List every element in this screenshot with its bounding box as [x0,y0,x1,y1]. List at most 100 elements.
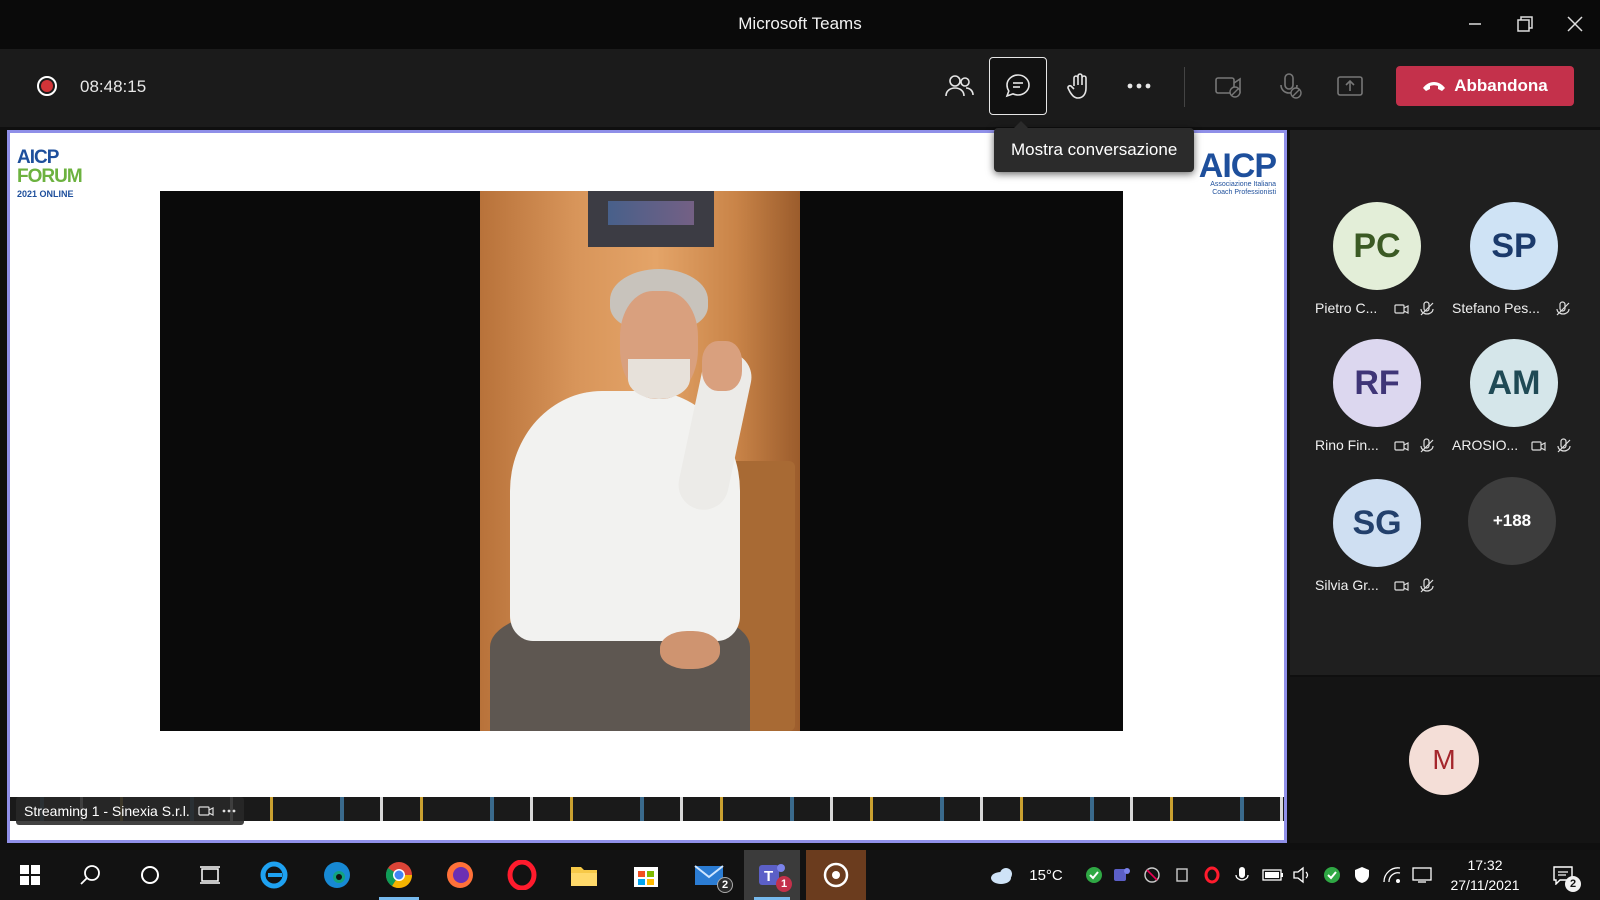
task-view-button[interactable] [180,850,240,900]
leave-button[interactable]: Abbandona [1396,66,1574,106]
participant-name: Silvia Gr... [1315,577,1379,593]
internet-explorer-taskbar[interactable] [244,850,304,900]
search-button[interactable] [60,850,120,900]
battery-tray[interactable] [1260,850,1286,900]
opera-tray[interactable] [1200,850,1224,900]
opera-icon [1204,866,1220,884]
logo-left-line3: 2021 ONLINE [17,189,74,199]
speaker-hand [702,341,742,391]
stream-name-label: Streaming 1 - Sinexia S.r.l. [16,797,244,825]
more-actions-button[interactable] [1110,57,1168,115]
close-button[interactable] [1558,10,1592,38]
store-taskbar[interactable] [616,850,676,900]
microphone-button[interactable] [1261,57,1319,115]
raise-hand-button[interactable] [1050,57,1108,115]
display-tray[interactable] [1410,850,1434,900]
security-tray[interactable] [1082,850,1106,900]
restore-icon [1517,16,1533,32]
window-title: Microsoft Teams [738,14,862,33]
device-tray[interactable] [1170,850,1194,900]
camera-off-icon [1215,77,1241,98]
firefox-icon [447,862,473,888]
mail-taskbar[interactable]: 2 [679,850,739,900]
show-conversation-button[interactable] [989,57,1047,115]
cortana-button[interactable] [120,850,180,900]
edge-taskbar[interactable] [307,850,367,900]
weather-tray[interactable] [988,850,1018,900]
defender-tray[interactable] [1350,850,1374,900]
firefox-taskbar[interactable] [430,850,490,900]
mic-off-icon [1420,301,1434,316]
windows-logo-icon [20,865,40,885]
chat-icon [1005,74,1030,98]
share-icon [1337,76,1363,96]
participant-avatar: SG [1333,479,1421,567]
camera-off-icon [1394,581,1409,591]
teams-tray-icon [1114,868,1130,881]
folder-icon [571,867,597,886]
task-view-icon [200,866,220,884]
participants-button[interactable] [930,57,988,115]
mic-off-icon [1557,438,1571,453]
mic-off-icon [1280,73,1302,99]
app-tray[interactable] [1140,850,1164,900]
teams-tray[interactable] [1110,850,1134,900]
svg-text:T: T [764,868,773,885]
participant-avatar: AM [1470,339,1558,427]
clock-time: 17:32 [1467,857,1503,873]
microphone-tray[interactable] [1230,850,1254,900]
shared-video-stage[interactable]: AICP FORUM 2021 ONLINE AICP Associazione… [7,130,1287,843]
hang-up-icon [1423,82,1446,91]
mic-off-icon [1420,578,1434,593]
opera-taskbar[interactable] [492,850,552,900]
leave-label: Abbandona [1454,76,1548,95]
more-participants-button[interactable]: +188 [1468,477,1556,565]
minimize-button[interactable] [1458,10,1492,38]
opera-icon [507,860,537,890]
network-tray[interactable] [1380,850,1404,900]
wifi-icon [1383,867,1401,883]
antivirus-tray[interactable] [1320,850,1344,900]
wall-plaque [588,191,714,247]
aicp-forum-logo: AICP FORUM 2021 ONLINE [15,141,95,199]
self-avatar: M [1409,725,1479,795]
participant-tile[interactable]: RF Rino Fin... [1307,339,1447,469]
participant-tile[interactable]: SG Silvia Gr... [1307,479,1447,609]
participant-tile[interactable]: SP Stefano Pes... [1444,202,1584,332]
check-shield-icon [1086,867,1102,883]
taskbar-clock[interactable]: 17:32 27/11/2021 [1440,855,1530,895]
restore-button[interactable] [1508,10,1542,38]
action-center-button[interactable]: 2 [1545,850,1581,900]
participant-avatar: PC [1333,202,1421,290]
file-explorer-taskbar[interactable] [554,850,614,900]
stream-name: Streaming 1 - Sinexia S.r.l. [24,803,190,819]
mail-badge: 2 [717,877,733,893]
more-icon [1127,83,1151,89]
store-icon [634,867,658,887]
participant-name: Rino Fin... [1315,437,1379,453]
participant-tile[interactable]: AM AROSIO... [1444,339,1584,469]
camera-button[interactable] [1200,57,1258,115]
aicp-logo: AICP Associazione Italiana Coach Profess… [1182,141,1278,197]
start-button[interactable] [0,850,60,900]
speaker-video-frame [480,191,800,731]
share-button[interactable] [1321,57,1379,115]
volume-tray[interactable] [1290,850,1314,900]
speaker-video [160,191,1123,731]
chrome-icon [385,862,413,889]
hand-icon [1067,73,1087,99]
people-icon [945,75,974,97]
recorder-icon [823,862,849,888]
mic-off-icon [1556,301,1570,316]
speaker-beard [628,359,690,399]
recorder-taskbar[interactable] [806,850,866,900]
cloud-icon [991,868,1012,884]
battery-icon [1262,869,1283,881]
teams-taskbar[interactable]: T 1 [744,850,800,900]
camera-off-icon [1531,441,1546,451]
chrome-taskbar[interactable] [369,850,429,900]
participant-name: Pietro C... [1315,300,1378,316]
cortana-icon [141,866,159,884]
participant-tile[interactable]: PC Pietro C... [1307,202,1447,332]
camera-off-icon [1394,304,1409,314]
